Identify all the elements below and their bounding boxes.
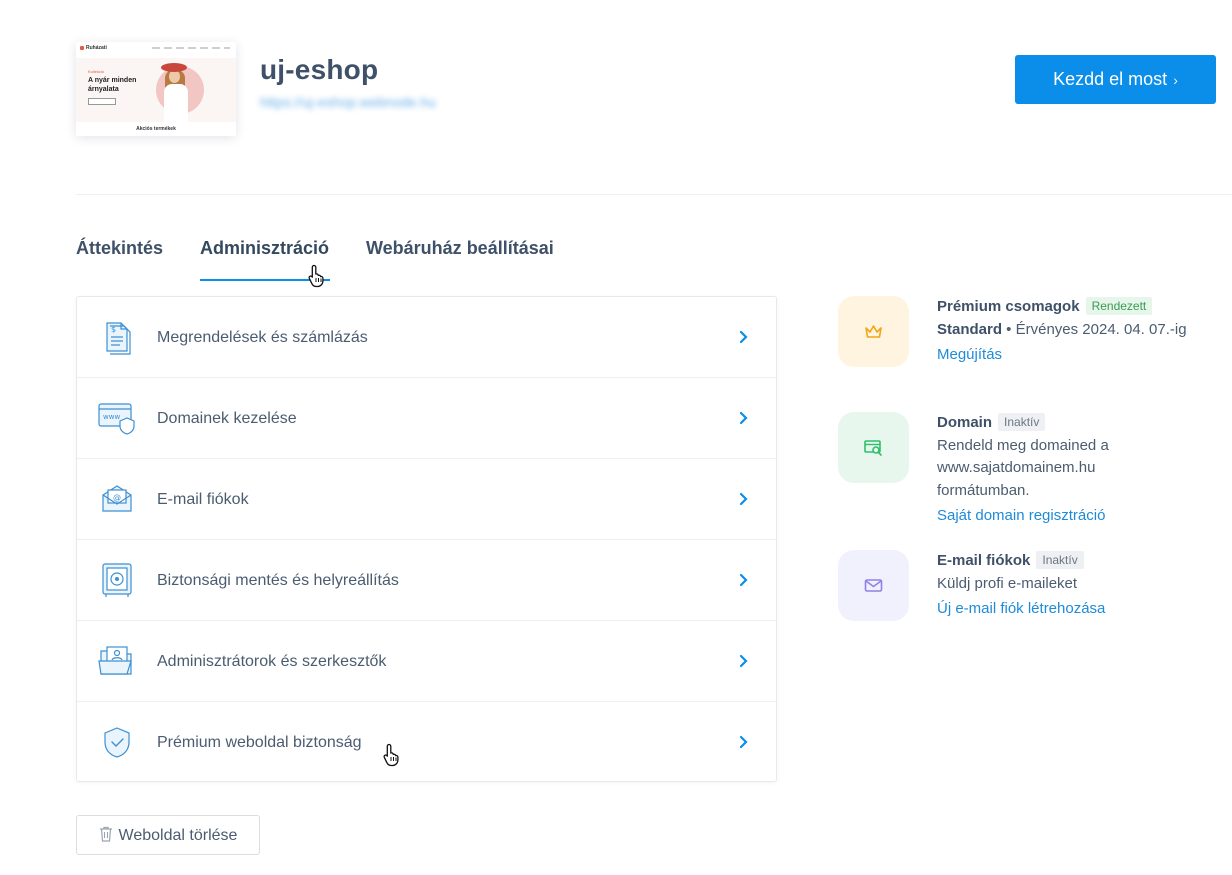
invoice-icon: $ [106,322,131,355]
start-now-label: Kezdd el most [1053,69,1168,89]
thumbnail-headline: A nyár minden árnyalata [88,77,137,93]
email-tile [838,550,909,621]
premium-plan: Standard [937,320,1003,338]
thumbnail-kicker: Kollekció [88,69,105,74]
admin-item-backup-restore[interactable]: Biztonsági mentés és helyreállítás [77,540,776,621]
domain-register-link[interactable]: Saját domain regisztráció [937,505,1105,528]
header-divider [76,194,1232,195]
svg-text:@: @ [113,493,121,502]
thumbnail-logo: Ruházati [80,45,107,51]
thumbnail-nav-links [152,47,230,49]
chevron-right-icon [739,411,748,425]
admin-item-label: Megrendelések és számlázás [157,329,368,346]
trash-icon [99,826,112,842]
renew-link[interactable]: Megújítás [937,344,1002,367]
thumbnail-nav: Ruházati [76,42,236,56]
domain-title: Domain [937,414,993,431]
premium-info: Prémium csomagok Rendezett Standard • Érv… [937,296,1207,367]
premium-tile [838,296,909,367]
hand-cursor-icon [383,743,399,767]
admin-item-email-accounts[interactable]: @ E-mail fiókok [77,459,776,540]
tab-overview[interactable]: Áttekintés [76,238,163,259]
tab-administration[interactable]: Adminisztráció [200,238,329,259]
chevron-right-icon [739,492,748,506]
shield-check-icon [104,727,130,758]
email-icon: @ [102,485,132,512]
admin-item-administrators[interactable]: Adminisztrátorok és szerkesztők [77,621,776,702]
chevron-right-icon [739,735,748,749]
crown-icon [865,325,882,338]
chevron-right-icon [739,573,748,587]
admin-item-premium-security[interactable]: Prémium weboldal biztonság [77,702,776,783]
thumbnail-model-body [164,84,188,122]
svg-text:www: www [103,413,120,421]
status-badge: Inaktív [998,413,1046,431]
admin-item-orders-billing[interactable]: $ Megrendelések és számlázás [77,297,776,378]
premium-title: Prémium csomagok [937,298,1080,315]
users-folder-icon [98,646,132,675]
hand-cursor-icon [308,264,324,288]
admin-item-label: Prémium weboldal biztonság [157,734,362,751]
tab-webshop-settings[interactable]: Webáruház beállításai [366,238,554,259]
chevron-right-icon: › [1173,72,1178,88]
delete-website-button[interactable]: Weboldal törlése [76,815,260,855]
delete-website-label: Weboldal törlése [118,826,238,844]
premium-validity: • Érvényes 2024. 04. 07.-ig [1002,320,1187,338]
create-email-link[interactable]: Új e-mail fiók létrehozása [937,598,1105,621]
admin-item-label: E-mail fiókok [157,491,249,508]
admin-item-label: Biztonsági mentés és helyreállítás [157,572,399,589]
thumbnail-model-hat [161,63,187,72]
email-description: Küldj profi e-maileket [937,574,1078,592]
admin-item-domains[interactable]: www Domainek kezelése [77,378,776,459]
status-badge: Inaktív [1036,551,1084,569]
admin-item-label: Adminisztrátorok és szerkesztők [157,653,387,670]
thumbnail-footer: Akciós termékek [76,122,236,136]
chevron-right-icon [739,330,748,344]
thumbnail-hero: Kollekció A nyár minden árnyalata [76,58,236,122]
domain-icon: www [98,403,135,435]
domain-search-icon [864,440,882,456]
admin-menu: $ Megrendelések és számlázás www Domaine… [76,296,777,782]
domain-tile [838,412,909,483]
svg-text:$: $ [111,325,116,334]
email-info: E-mail fiókok Inaktív Küldj profi e-maile… [937,550,1207,621]
domain-description: Rendeld meg domained a www.sajatdomainem… [937,436,1109,499]
site-url[interactable]: https://uj-eshop.webnode.hu [260,94,436,110]
safe-icon [102,563,132,597]
domain-info: Domain Inaktív Rendeld meg domained a www… [937,412,1137,528]
envelope-icon [864,579,883,592]
site-thumbnail[interactable]: Ruházati Kollekció A nyár minden árnyala… [76,42,236,136]
chevron-right-icon [739,654,748,668]
email-title: E-mail fiókok [937,552,1031,569]
thumbnail-button [88,98,116,105]
admin-item-label: Domainek kezelése [157,410,297,427]
status-badge: Rendezett [1085,297,1153,315]
site-title: uj-eshop [260,54,379,85]
start-now-button[interactable]: Kezdd el most › [1015,55,1216,104]
